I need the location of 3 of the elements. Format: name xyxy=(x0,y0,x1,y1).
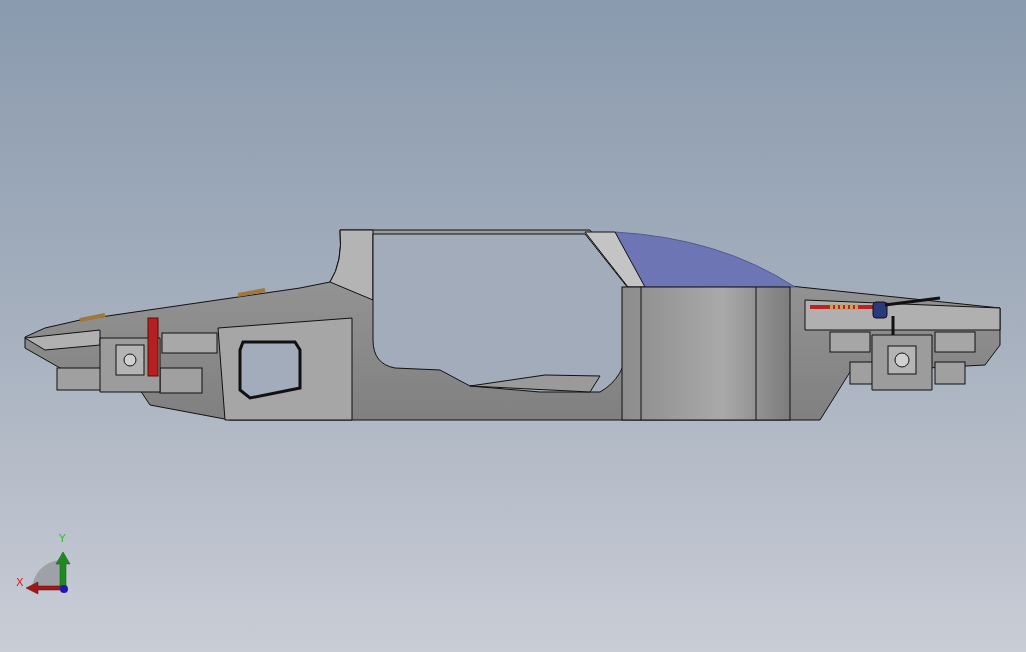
axis-triad-drawing xyxy=(25,551,71,595)
y-axis-label: Y xyxy=(59,533,66,545)
x-axis-label: X xyxy=(16,577,24,589)
